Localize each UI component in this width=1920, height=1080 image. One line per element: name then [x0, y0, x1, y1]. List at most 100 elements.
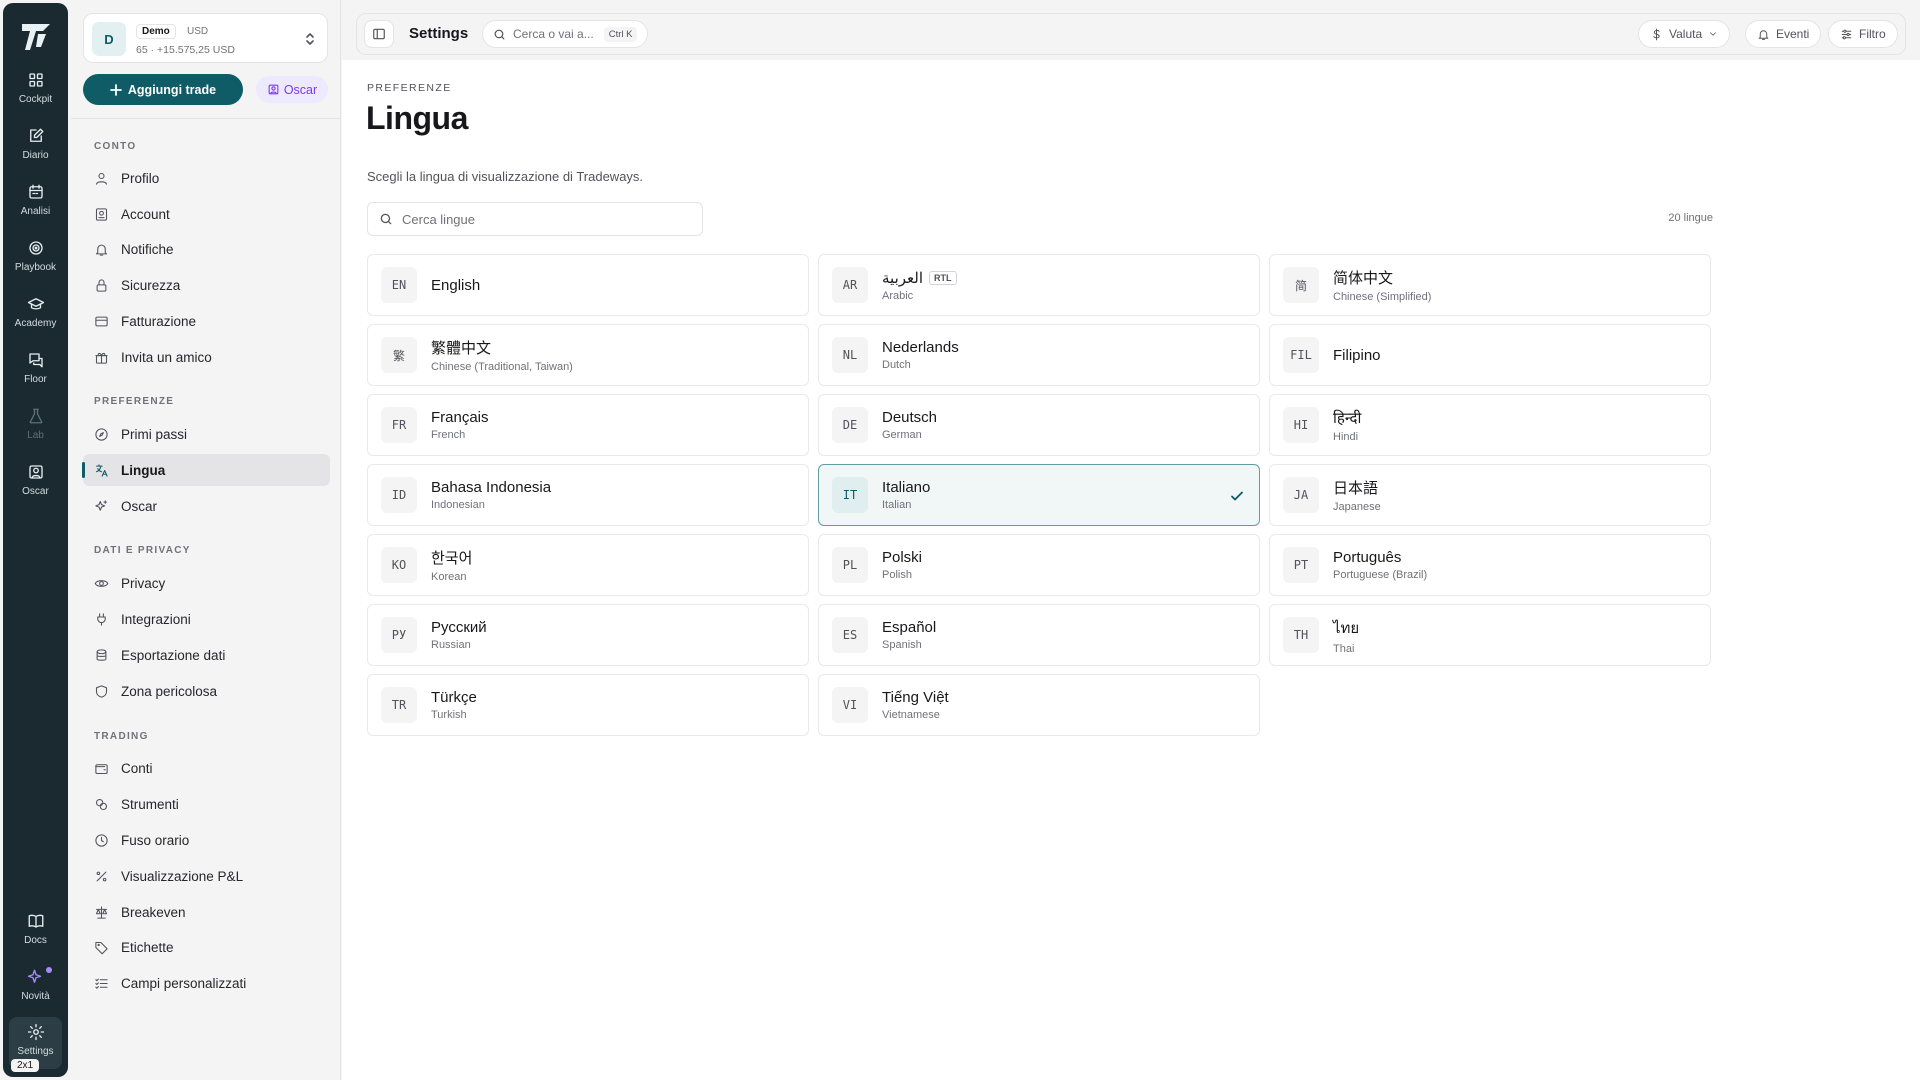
- language-card[interactable]: HI हिन्दी Hindi: [1269, 394, 1711, 456]
- language-card[interactable]: 繁繁體中文 Chinese (Traditional, Taiwan): [367, 324, 809, 386]
- language-card[interactable]: DE Deutsch German: [818, 394, 1260, 456]
- sidebar-item-privacy[interactable]: Privacy: [83, 567, 330, 599]
- rail-item-academy[interactable]: Academy: [3, 289, 68, 341]
- currency-button[interactable]: Valuta: [1638, 20, 1731, 48]
- sidebar-item-campi[interactable]: Campi personalizzati: [83, 967, 330, 999]
- section-title-conto: CONTO: [94, 141, 137, 152]
- language-card[interactable]: 简简体中文 Chinese (Simplified): [1269, 254, 1711, 316]
- language-search-input[interactable]: Cerca lingue: [367, 202, 703, 236]
- rail-item-novita[interactable]: Novità: [3, 962, 68, 1014]
- rail-label: Playbook: [14, 262, 57, 273]
- tag-icon: [95, 941, 108, 954]
- sidebar-item-etichette[interactable]: Etichette: [83, 931, 330, 963]
- events-button[interactable]: Eventi: [1745, 20, 1822, 48]
- language-native-name: Español: [882, 619, 936, 636]
- language-native-label: 繁體中文: [431, 340, 492, 357]
- language-text: Русский Russian: [431, 619, 487, 651]
- sidebar-item-label: Profilo: [121, 170, 160, 186]
- sidebar-item-label: Invita un amico: [121, 349, 212, 365]
- language-english-name: Russian: [431, 639, 471, 651]
- language-native-label: Tiếng Việt: [882, 689, 949, 706]
- language-english-name: Polish: [882, 569, 912, 581]
- filter-button[interactable]: Filtro: [1828, 20, 1898, 48]
- add-trade-button[interactable]: Aggiungi trade: [83, 74, 243, 105]
- sidebar-item-label: Esportazione dati: [121, 647, 226, 663]
- language-card[interactable]: РУ Русский Russian: [367, 604, 809, 666]
- language-card[interactable]: TR Türkçe Turkish: [367, 674, 809, 736]
- rail-item-lab[interactable]: Lab: [3, 401, 68, 453]
- language-native-name: 简体中文: [1333, 267, 1431, 288]
- rail-item-docs[interactable]: Docs: [3, 906, 68, 958]
- language-card[interactable]: FIL Filipino: [1269, 324, 1711, 386]
- language-native-label: Español: [882, 619, 937, 636]
- sidebar-item-account[interactable]: Account: [83, 198, 330, 230]
- sidebar-toggle-button[interactable]: [364, 20, 394, 48]
- language-native-name: 한국어: [431, 547, 472, 568]
- user-square-icon: [28, 465, 43, 479]
- sidebar-item-conti[interactable]: Conti: [83, 752, 330, 784]
- oscar-button[interactable]: Oscar: [256, 76, 328, 103]
- sidebar-item-zona-pericolosa[interactable]: Zona pericolosa: [83, 675, 330, 707]
- language-card[interactable]: NL Nederlands Dutch: [818, 324, 1260, 386]
- sidebar-item-fatturazione[interactable]: Fatturazione: [83, 305, 330, 337]
- sidebar-item-oscar[interactable]: Oscar: [83, 490, 330, 522]
- language-card[interactable]: TH ไทย Thai: [1269, 604, 1711, 666]
- sidebar-item-invita[interactable]: Invita un amico: [83, 341, 330, 373]
- sidebar-item-profilo[interactable]: Profilo: [83, 162, 330, 194]
- rail-item-playbook[interactable]: Playbook: [3, 233, 68, 285]
- language-code-badge: TH: [1283, 617, 1319, 653]
- language-card[interactable]: PT Português Portuguese (Brazil): [1269, 534, 1711, 596]
- sidebar-item-label: Integrazioni: [121, 611, 191, 627]
- language-native-label: Türkçe: [431, 689, 477, 706]
- rail-item-analisi[interactable]: Analisi: [3, 177, 68, 229]
- language-code-badge: DE: [832, 407, 868, 443]
- language-card[interactable]: VI Tiếng Việt Vietnamese: [818, 674, 1260, 736]
- language-english-name: Arabic: [882, 289, 914, 302]
- rail-item-cockpit[interactable]: Cockpit: [3, 65, 68, 117]
- language-code-badge: HI: [1283, 407, 1319, 443]
- check-icon: [1231, 491, 1243, 501]
- shortcut-hint: Ctrl K: [603, 26, 638, 42]
- sidebar-item-label: Sicurezza: [121, 277, 181, 293]
- rail-item-diario[interactable]: Diario: [3, 121, 68, 173]
- language-card[interactable]: KO 한국어 Korean: [367, 534, 809, 596]
- sidebar-item-breakeven[interactable]: Breakeven: [83, 896, 330, 928]
- language-card[interactable]: FR Français French: [367, 394, 809, 456]
- tradeways-logo[interactable]: [19, 20, 53, 54]
- language-native-label: ไทย: [1333, 619, 1360, 637]
- language-native-label: Polski: [882, 549, 923, 566]
- rail-label: Floor: [24, 374, 47, 385]
- sidebar-item-pnl[interactable]: Visualizzazione P&L: [83, 860, 330, 892]
- language-card[interactable]: AR العربية RTL Arabic: [818, 254, 1260, 316]
- language-native-label: 简体中文: [1333, 270, 1394, 287]
- sidebar-item-integrazioni[interactable]: Integrazioni: [83, 603, 330, 635]
- language-card[interactable]: ID Bahasa Indonesia Indonesian: [367, 464, 809, 526]
- sidebar-item-strumenti[interactable]: Strumenti: [83, 788, 330, 820]
- language-card[interactable]: ES Español Spanish: [818, 604, 1260, 666]
- account-switcher[interactable]: D Demo USD 65 · +15.575,25 USD: [83, 13, 328, 63]
- rail-item-oscar[interactable]: Oscar: [3, 457, 68, 509]
- page-heading: Lingua: [366, 100, 468, 136]
- language-code-badge: 简: [1283, 267, 1319, 303]
- language-english-name: Portuguese (Brazil): [1333, 569, 1428, 581]
- sidebar-item-notifiche[interactable]: Notifiche: [83, 233, 330, 265]
- sidebar-item-lingua[interactable]: Lingua: [82, 454, 330, 486]
- scale-icon: [95, 905, 108, 919]
- filter-label: Filtro: [1859, 27, 1886, 41]
- sidebar-item-sicurezza[interactable]: Sicurezza: [83, 269, 330, 301]
- language-card[interactable]: PL Polski Polish: [818, 534, 1260, 596]
- eye-icon: [94, 579, 109, 587]
- language-card[interactable]: JA 日本語 Japanese: [1269, 464, 1711, 526]
- notification-dot: [46, 967, 52, 973]
- sidebar-item-label: Strumenti: [121, 796, 179, 812]
- language-card[interactable]: IT Italiano Italian: [818, 464, 1260, 526]
- sidebar-item-esportazione[interactable]: Esportazione dati: [83, 639, 330, 671]
- rtl-badge: RTL: [929, 270, 957, 285]
- rail-item-floor[interactable]: Floor: [3, 345, 68, 397]
- sidebar-item-fuso-orario[interactable]: Fuso orario: [83, 824, 330, 856]
- command-search[interactable]: Cerca o vai a... Ctrl K: [482, 20, 648, 48]
- language-native-name: 繁體中文: [431, 337, 573, 358]
- sidebar-item-primi-passi[interactable]: Primi passi: [83, 418, 330, 450]
- language-native-name: Bahasa Indonesia: [431, 479, 551, 496]
- language-card[interactable]: EN English: [367, 254, 809, 316]
